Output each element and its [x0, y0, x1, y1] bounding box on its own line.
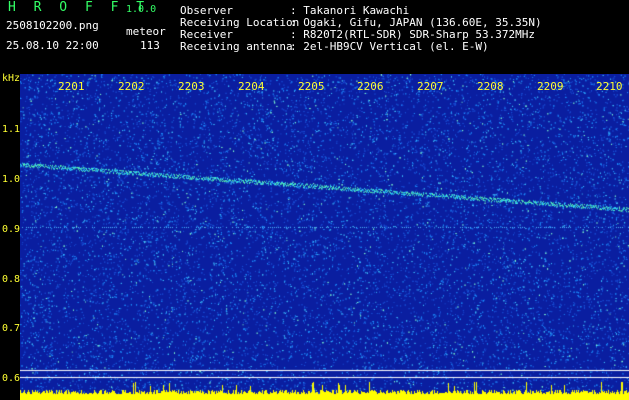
y-tick-label: 0.9: [2, 224, 21, 235]
time-tick-label: 2205: [298, 80, 325, 93]
info-antenna-value: : 2el-HB9CV Vertical (el. E-W): [290, 40, 489, 53]
y-tick-label: 0.7: [2, 323, 21, 334]
time-tick-label: 2204: [238, 80, 265, 93]
header-panel: H R O F F T 1.0.0 2508102200.png meteor …: [0, 0, 629, 72]
y-tick-label: 1.1: [2, 124, 21, 135]
app-version: 1.0.0: [126, 4, 157, 15]
y-tick-label: 1.0: [2, 174, 21, 185]
time-tick-label: 2206: [357, 80, 384, 93]
meteor-count: 113: [140, 39, 160, 52]
info-antenna-label: Receiving antenna: [180, 40, 293, 53]
time-tick-label: 2201: [58, 80, 85, 93]
spectrogram-canvas: [20, 74, 629, 400]
datetime-label: 25.08.10 22:00: [6, 39, 99, 52]
file-name: 2508102200.png: [6, 19, 99, 32]
time-tick-label: 2210: [596, 80, 623, 93]
y-tick-label: 0.6: [2, 373, 21, 384]
y-tick-label: 0.8: [2, 274, 21, 285]
frequency-unit-label: kHz: [2, 73, 21, 84]
time-tick-label: 2202: [118, 80, 145, 93]
time-tick-label: 2203: [178, 80, 205, 93]
time-tick-label: 2207: [417, 80, 444, 93]
detector-label: meteor: [126, 25, 166, 38]
time-tick-label: 2208: [477, 80, 504, 93]
time-tick-label: 2209: [537, 80, 564, 93]
